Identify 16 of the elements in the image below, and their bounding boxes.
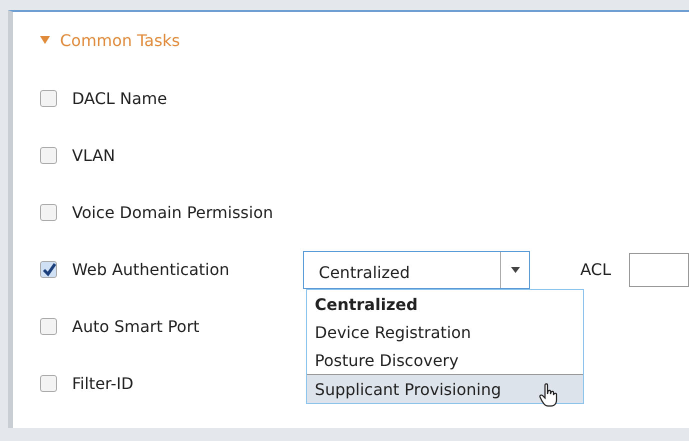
task-label: Voice Domain Permission bbox=[72, 203, 274, 222]
task-label: VLAN bbox=[72, 146, 116, 165]
caret-icon bbox=[510, 266, 520, 272]
checkbox[interactable] bbox=[40, 261, 57, 278]
checkbox[interactable] bbox=[40, 318, 57, 335]
checkbox[interactable] bbox=[40, 375, 57, 392]
checkbox[interactable] bbox=[40, 147, 57, 164]
acl-label: ACL bbox=[580, 260, 611, 279]
checkbox[interactable] bbox=[40, 90, 57, 107]
checkbox[interactable] bbox=[40, 204, 57, 221]
task-label: Auto Smart Port bbox=[72, 317, 200, 336]
task-label: Filter-ID bbox=[72, 374, 134, 393]
task-label: DACL Name bbox=[72, 89, 168, 108]
caret-icon bbox=[40, 36, 50, 44]
task-label: Web Authentication bbox=[72, 260, 230, 279]
acl-input[interactable] bbox=[629, 252, 689, 286]
